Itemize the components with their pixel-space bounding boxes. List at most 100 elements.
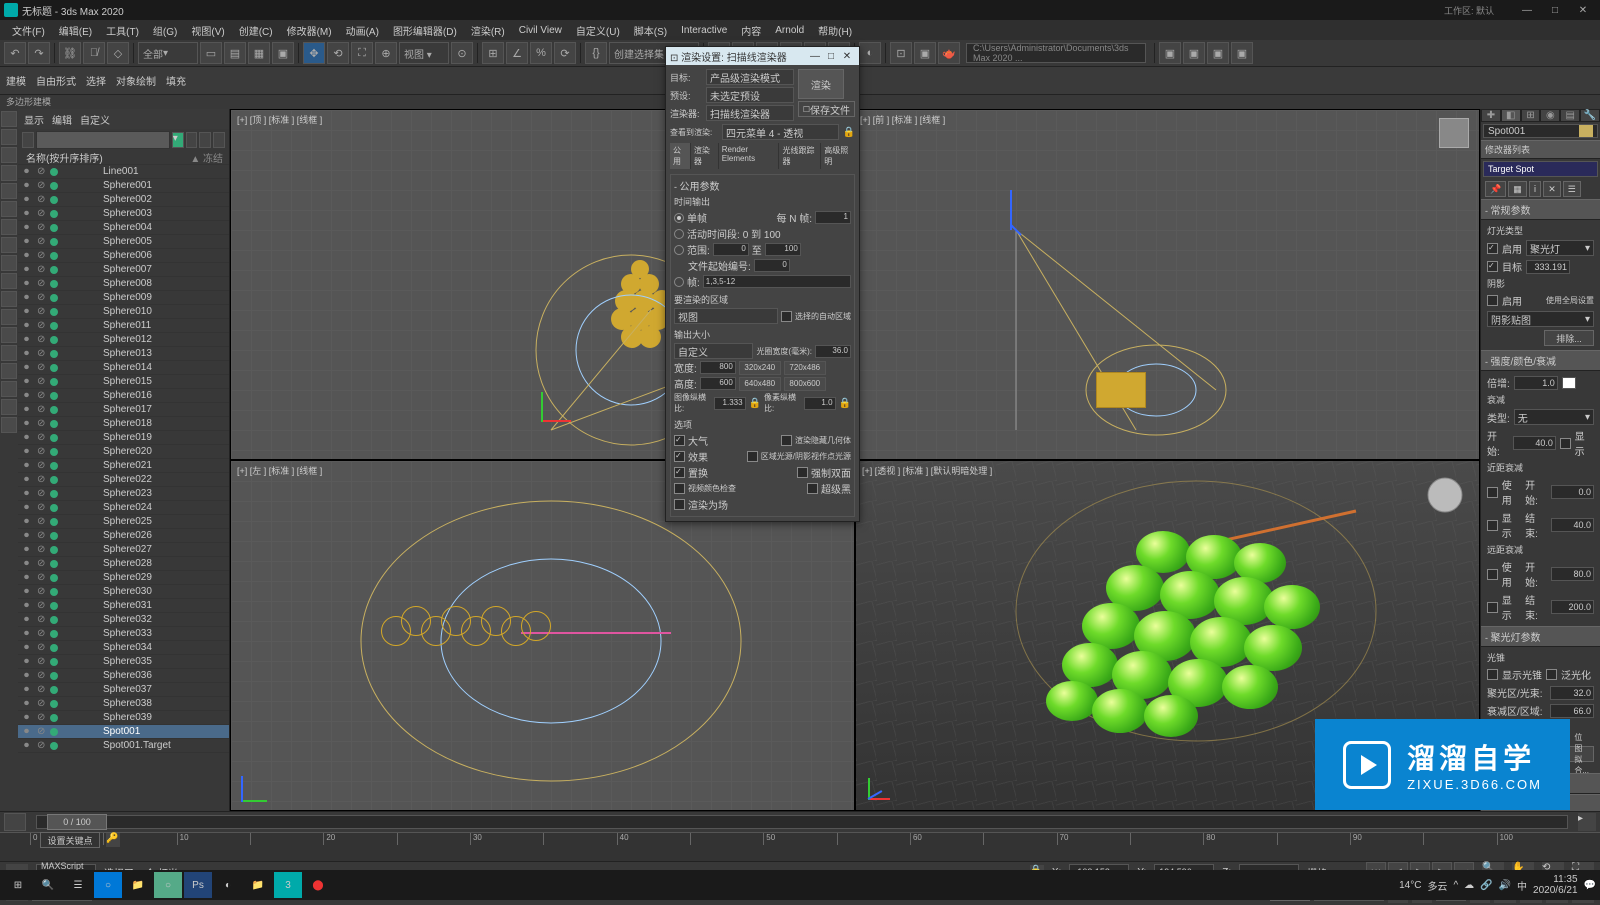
taskbar-app-4[interactable]: Ps xyxy=(184,872,212,898)
lt-layer-icon[interactable] xyxy=(1,129,17,145)
opt-superblack[interactable] xyxy=(807,483,818,494)
shadow-enable-checkbox[interactable] xyxy=(1487,295,1498,306)
scale-button[interactable]: ⛶ xyxy=(351,42,373,64)
outliner-item[interactable]: ⏺⊘Sphere020 xyxy=(18,445,229,459)
render-area-dropdown[interactable]: 视图 xyxy=(674,308,778,324)
render-view-dropdown[interactable]: 四元菜单 4 - 透视 xyxy=(722,124,839,140)
outliner-item[interactable]: ⏺⊘Sphere034 xyxy=(18,641,229,655)
lt-12[interactable] xyxy=(1,345,17,361)
lt-4[interactable] xyxy=(1,201,17,217)
menu-arnold[interactable]: Arnold xyxy=(769,23,810,38)
height-spinner[interactable]: 600 xyxy=(700,377,736,390)
taskbar-app-1[interactable]: ○ xyxy=(94,872,122,898)
menu-group[interactable]: 组(G) xyxy=(147,21,183,40)
render-max-button[interactable]: □ xyxy=(823,51,839,62)
time-range-radio[interactable] xyxy=(674,245,684,255)
tray-net-icon[interactable]: 🔗 xyxy=(1480,880,1492,891)
move-button[interactable]: ✥ xyxy=(303,42,325,64)
lt-14[interactable] xyxy=(1,381,17,397)
outliner-tool-4[interactable] xyxy=(199,132,211,148)
preset-640x480[interactable]: 640x480 xyxy=(739,377,781,391)
far-start-spinner[interactable]: 80.0 xyxy=(1551,567,1594,581)
lt-6[interactable] xyxy=(1,237,17,253)
outliner-item[interactable]: ⏺⊘Sphere035 xyxy=(18,655,229,669)
outliner-item[interactable]: ⏺⊘Sphere009 xyxy=(18,291,229,305)
outliner-item[interactable]: ⏺⊘Line001 xyxy=(18,165,229,179)
start-button[interactable]: ⊞ xyxy=(4,872,32,898)
outliner-item[interactable]: ⏺⊘Sphere006 xyxy=(18,249,229,263)
menu-civil[interactable]: Civil View xyxy=(513,23,568,38)
outliner-tool-5[interactable] xyxy=(213,132,225,148)
outliner-tool-3[interactable] xyxy=(186,132,198,148)
rollout-spotlight[interactable]: - 聚光灯参数 xyxy=(1481,626,1600,647)
outliner-item[interactable]: ⏺⊘Sphere008 xyxy=(18,277,229,291)
menu-customize[interactable]: 自定义(U) xyxy=(570,21,626,40)
outliner-item[interactable]: ⏺⊘Sphere027 xyxy=(18,543,229,557)
time-frames-radio[interactable] xyxy=(674,277,684,287)
object-name-field[interactable]: Spot001 xyxy=(1483,124,1598,138)
modifier-list-header[interactable]: 修改器列表 xyxy=(1481,140,1600,159)
auto-region-checkbox[interactable] xyxy=(781,311,792,322)
outliner-item[interactable]: ⏺⊘Sphere001 xyxy=(18,179,229,193)
unlink-button[interactable]: ⛓̸ xyxy=(83,42,105,64)
menu-file[interactable]: 文件(F) xyxy=(6,21,51,40)
outliner-item[interactable]: ⏺⊘Sphere011 xyxy=(18,319,229,333)
near-end-spinner[interactable]: 40.0 xyxy=(1551,518,1594,532)
time-slider[interactable]: 0 / 100 xyxy=(36,815,1568,829)
menu-modifiers[interactable]: 修改器(M) xyxy=(281,21,338,40)
light-type-dropdown[interactable]: 聚光灯▾ xyxy=(1526,240,1594,256)
viewcube[interactable] xyxy=(1439,118,1469,148)
lt-13[interactable] xyxy=(1,363,17,379)
tray-vol-icon[interactable]: 🔊 xyxy=(1499,880,1511,891)
modifier-stack[interactable]: Target Spot xyxy=(1483,161,1598,177)
mod-pin-button[interactable]: 📌 xyxy=(1485,181,1506,197)
outliner-item[interactable]: ⏺⊘Sphere005 xyxy=(18,235,229,249)
cmd-tab-motion[interactable]: ◉ xyxy=(1540,109,1560,122)
near-use-checkbox[interactable] xyxy=(1487,487,1498,498)
mod-show-button[interactable]: ▦ xyxy=(1508,181,1527,197)
coord-system-dropdown[interactable]: 视图 ▾ xyxy=(399,42,449,64)
outliner-tab-custom[interactable]: 自定义 xyxy=(80,112,110,127)
tray-lang-icon[interactable]: 中 xyxy=(1517,878,1527,893)
taskbar-app-3[interactable]: ○ xyxy=(154,872,182,898)
cmd-tab-utilities[interactable]: 🔧 xyxy=(1580,109,1600,122)
ribbon-tab-select[interactable]: 选择 xyxy=(86,73,106,88)
width-spinner[interactable]: 800 xyxy=(700,361,736,374)
rotate-button[interactable]: ⟲ xyxy=(327,42,349,64)
outliner-header-row[interactable]: 名称(按升序排序)▲ 冻结 xyxy=(18,151,229,165)
falloff-spinner[interactable]: 66.0 xyxy=(1550,704,1594,718)
select-region-button[interactable]: ▦ xyxy=(248,42,270,64)
outliner-item[interactable]: ⏺⊘Sphere007 xyxy=(18,263,229,277)
opt-videocolor[interactable] xyxy=(674,483,685,494)
menu-tools[interactable]: 工具(T) xyxy=(100,21,145,40)
taskbar-record[interactable]: ⬤ xyxy=(304,872,332,898)
opt-fields[interactable] xyxy=(674,499,685,510)
decay-start-spinner[interactable]: 40.0 xyxy=(1513,436,1556,450)
outliner-item[interactable]: ⏺⊘Sphere002 xyxy=(18,193,229,207)
tray-time[interactable]: 11:35 xyxy=(1533,874,1578,885)
color-swatch[interactable] xyxy=(1562,377,1576,389)
render-setup-dialog[interactable]: ⊡ 渲染设置: 扫描线渲染器 —□✕ 目标:产品级渲染模式 预设:未选定预设 渲… xyxy=(665,46,860,522)
lt-select-icon[interactable] xyxy=(1,111,17,127)
light-enable-checkbox[interactable] xyxy=(1487,243,1498,254)
render-lock-icon[interactable]: 🔒 xyxy=(843,127,855,138)
lt-9[interactable] xyxy=(1,291,17,307)
aperture-spinner[interactable]: 36.0 xyxy=(815,345,851,358)
outliner-item[interactable]: ⏺⊘Sphere038 xyxy=(18,697,229,711)
outliner-item[interactable]: ⏺⊘Sphere028 xyxy=(18,557,229,571)
range-start[interactable]: 0 xyxy=(713,243,749,256)
render-tab-elements[interactable]: Render Elements xyxy=(719,143,779,169)
cmd-tab-display[interactable]: ▤ xyxy=(1560,109,1580,122)
shadow-type-dropdown[interactable]: 阴影贴图▾ xyxy=(1487,311,1594,327)
outliner-item[interactable]: ⏺⊘Sphere012 xyxy=(18,333,229,347)
outliner-item[interactable]: ⏺⊘Sphere033 xyxy=(18,627,229,641)
outliner-list[interactable]: ⏺⊘Line001⏺⊘Sphere001⏺⊘Sphere002 ⏺⊘Sphere0… xyxy=(18,165,229,811)
outliner-item[interactable]: ⏺⊘Sphere014 xyxy=(18,361,229,375)
render-target-dropdown[interactable]: 产品级渲染模式 xyxy=(706,69,794,85)
outliner-item[interactable]: ⏺⊘Sphere015 xyxy=(18,375,229,389)
outliner-item[interactable]: ⏺⊘Sphere017 xyxy=(18,403,229,417)
render-button[interactable]: 🫖 xyxy=(938,42,960,64)
lt-5[interactable] xyxy=(1,219,17,235)
near-show-checkbox[interactable] xyxy=(1487,520,1498,531)
outliner-item[interactable]: ⏺⊘Sphere031 xyxy=(18,599,229,613)
